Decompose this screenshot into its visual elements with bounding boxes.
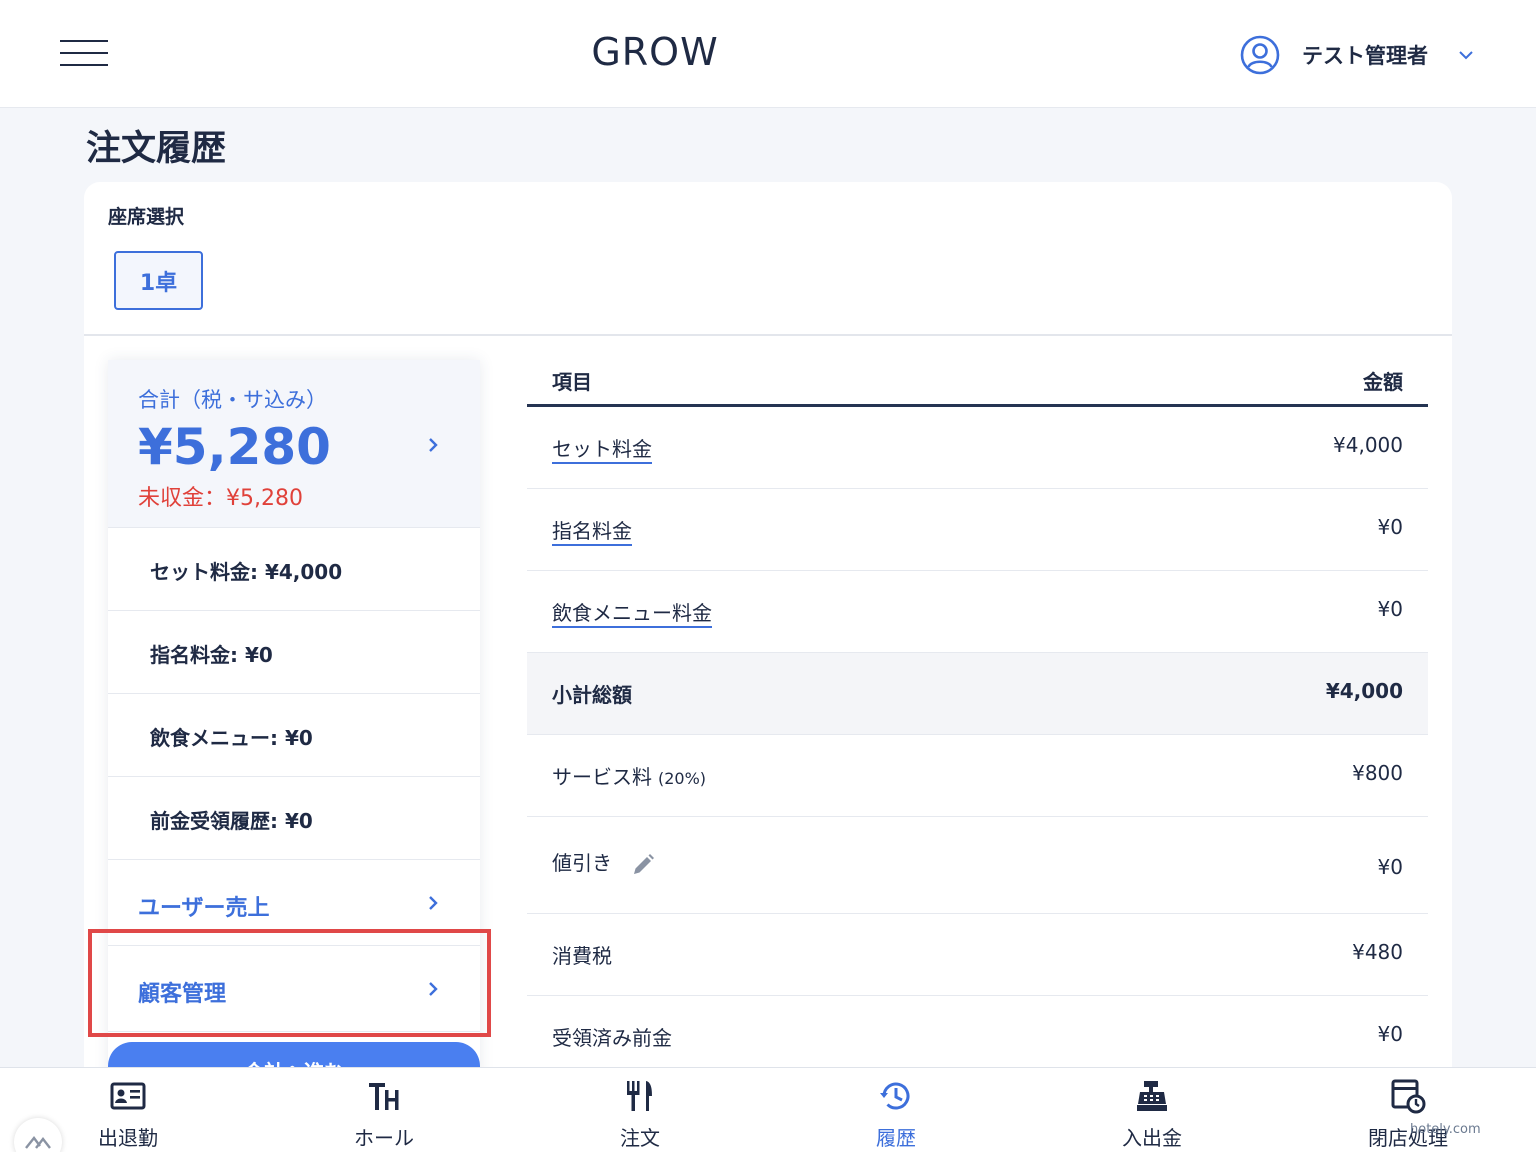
table-row: 値引き ¥0 xyxy=(527,817,1428,914)
subtotal-row: 小計総額 ¥4,000 xyxy=(527,653,1428,735)
row-amount: ¥480 xyxy=(1352,940,1403,964)
summary-row: 飲食メニュー: ¥0 xyxy=(108,694,480,777)
unpaid-amount: 未収金：¥5,280 xyxy=(138,486,303,511)
set-fee-link[interactable]: セット料金 xyxy=(552,433,652,462)
food-menu-fee-link[interactable]: 飲食メニュー料金 xyxy=(552,597,712,626)
summary-panel: 合計（税・サ込み） ¥5,280 未収金：¥5,280 セット料金: ¥4,00… xyxy=(108,360,480,1080)
close-store-icon xyxy=(1391,1079,1426,1114)
chevron-right-icon xyxy=(429,896,438,910)
nomination-fee-link[interactable]: 指名料金 xyxy=(552,515,632,544)
watermark: hotely.com xyxy=(1410,1122,1481,1137)
table-hall-icon xyxy=(369,1083,399,1110)
bottom-nav: 出退勤 ホール 注文 履歴 入出金 閉店処理 xyxy=(0,1067,1536,1152)
pencil-icon[interactable] xyxy=(630,852,656,878)
nav-label: 出退勤 xyxy=(98,1126,158,1150)
total-label: 合計（税・サ込み） xyxy=(138,388,327,412)
row-amount: ¥4,000 xyxy=(1325,679,1403,703)
user-sales-link[interactable]: ユーザー売上 xyxy=(108,860,480,946)
history-icon xyxy=(880,1082,910,1110)
brand-logo-icon xyxy=(14,1118,62,1152)
nav-label: 注文 xyxy=(620,1126,660,1150)
chevron-right-icon xyxy=(429,438,438,452)
app-title: GROW xyxy=(591,30,719,74)
summary-row: 前金受領履歴: ¥0 xyxy=(108,777,480,860)
nav-label: ホール xyxy=(354,1126,414,1150)
divider xyxy=(84,334,1452,336)
table-row: セット料金 ¥4,000 xyxy=(527,407,1428,489)
order-table: 項目 金額 セット料金 ¥4,000 指名料金 ¥0 飲食メニュー料金 ¥0 小… xyxy=(527,350,1428,1078)
nav-history[interactable]: 履歴 xyxy=(816,1078,976,1152)
column-header-amount: 金額 xyxy=(1363,370,1403,394)
service-fee-label: サービス料 xyxy=(552,765,652,789)
nav-label: 入出金 xyxy=(1122,1126,1182,1150)
brand-mark-icon xyxy=(25,1136,51,1149)
chevron-right-icon xyxy=(429,982,438,996)
nav-close-store[interactable]: 閉店処理 xyxy=(1328,1078,1488,1152)
nav-label: 履歴 xyxy=(876,1126,916,1150)
row-item: 受領済み前金 xyxy=(552,1026,672,1050)
row-item: 消費税 xyxy=(552,944,612,968)
user-avatar-icon xyxy=(1240,35,1280,75)
table-row: サービス料 (20%) ¥800 xyxy=(527,735,1428,817)
row-amount: ¥0 xyxy=(1377,515,1403,539)
nav-cash[interactable]: 入出金 xyxy=(1072,1078,1232,1152)
summary-row-text: 飲食メニュー: ¥0 xyxy=(150,726,313,750)
summary-row-text: 指名料金: ¥0 xyxy=(150,643,273,667)
discount-label: 値引き xyxy=(552,851,612,875)
summary-row-text: 前金受領履歴: ¥0 xyxy=(150,809,313,833)
table-row: 指名料金 ¥0 xyxy=(527,489,1428,571)
nav-hall[interactable]: ホール xyxy=(304,1078,464,1152)
row-item: 値引き xyxy=(552,847,656,878)
row-item: サービス料 (20%) xyxy=(552,761,706,790)
row-amount: ¥800 xyxy=(1352,761,1403,785)
user-name: テスト管理者 xyxy=(1302,44,1428,68)
menu-icon[interactable] xyxy=(60,40,108,66)
id-card-icon xyxy=(110,1082,146,1110)
row-amount: ¥4,000 xyxy=(1333,433,1403,457)
customer-management-label: 顧客管理 xyxy=(138,982,227,1007)
seat-select-label: 座席選択 xyxy=(108,206,185,228)
table-row: 飲食メニュー料金 ¥0 xyxy=(527,571,1428,653)
customer-management-link[interactable]: 顧客管理 xyxy=(108,946,480,1032)
total-summary[interactable]: 合計（税・サ込み） ¥5,280 未収金：¥5,280 xyxy=(108,360,480,528)
chevron-down-icon xyxy=(1459,51,1473,60)
row-amount: ¥0 xyxy=(1377,1022,1403,1046)
summary-row: セット料金: ¥4,000 xyxy=(108,528,480,611)
table-row: 受領済み前金 ¥0 xyxy=(527,996,1428,1078)
row-amount: ¥0 xyxy=(1377,597,1403,621)
row-amount: ¥0 xyxy=(1377,855,1403,879)
row-item: 小計総額 xyxy=(552,683,632,707)
table-row: 消費税 ¥480 xyxy=(527,914,1428,996)
app-header: GROW テスト管理者 xyxy=(0,0,1536,108)
fork-knife-icon xyxy=(627,1081,652,1111)
total-amount: ¥5,280 xyxy=(138,418,331,476)
column-header-item: 項目 xyxy=(552,370,592,394)
page-title: 注文履歴 xyxy=(86,129,227,169)
nav-order[interactable]: 注文 xyxy=(560,1078,720,1152)
seat-button-1[interactable]: 1卓 xyxy=(114,251,203,310)
user-sales-label: ユーザー売上 xyxy=(138,896,270,921)
summary-row-text: セット料金: ¥4,000 xyxy=(150,560,343,584)
nav-attendance[interactable]: 出退勤 xyxy=(48,1078,208,1152)
service-fee-rate: (20%) xyxy=(658,769,707,788)
user-menu[interactable]: テスト管理者 xyxy=(1240,34,1476,76)
table-header: 項目 金額 xyxy=(527,350,1428,407)
cash-register-icon xyxy=(1137,1081,1167,1111)
summary-row: 指名料金: ¥0 xyxy=(108,611,480,694)
